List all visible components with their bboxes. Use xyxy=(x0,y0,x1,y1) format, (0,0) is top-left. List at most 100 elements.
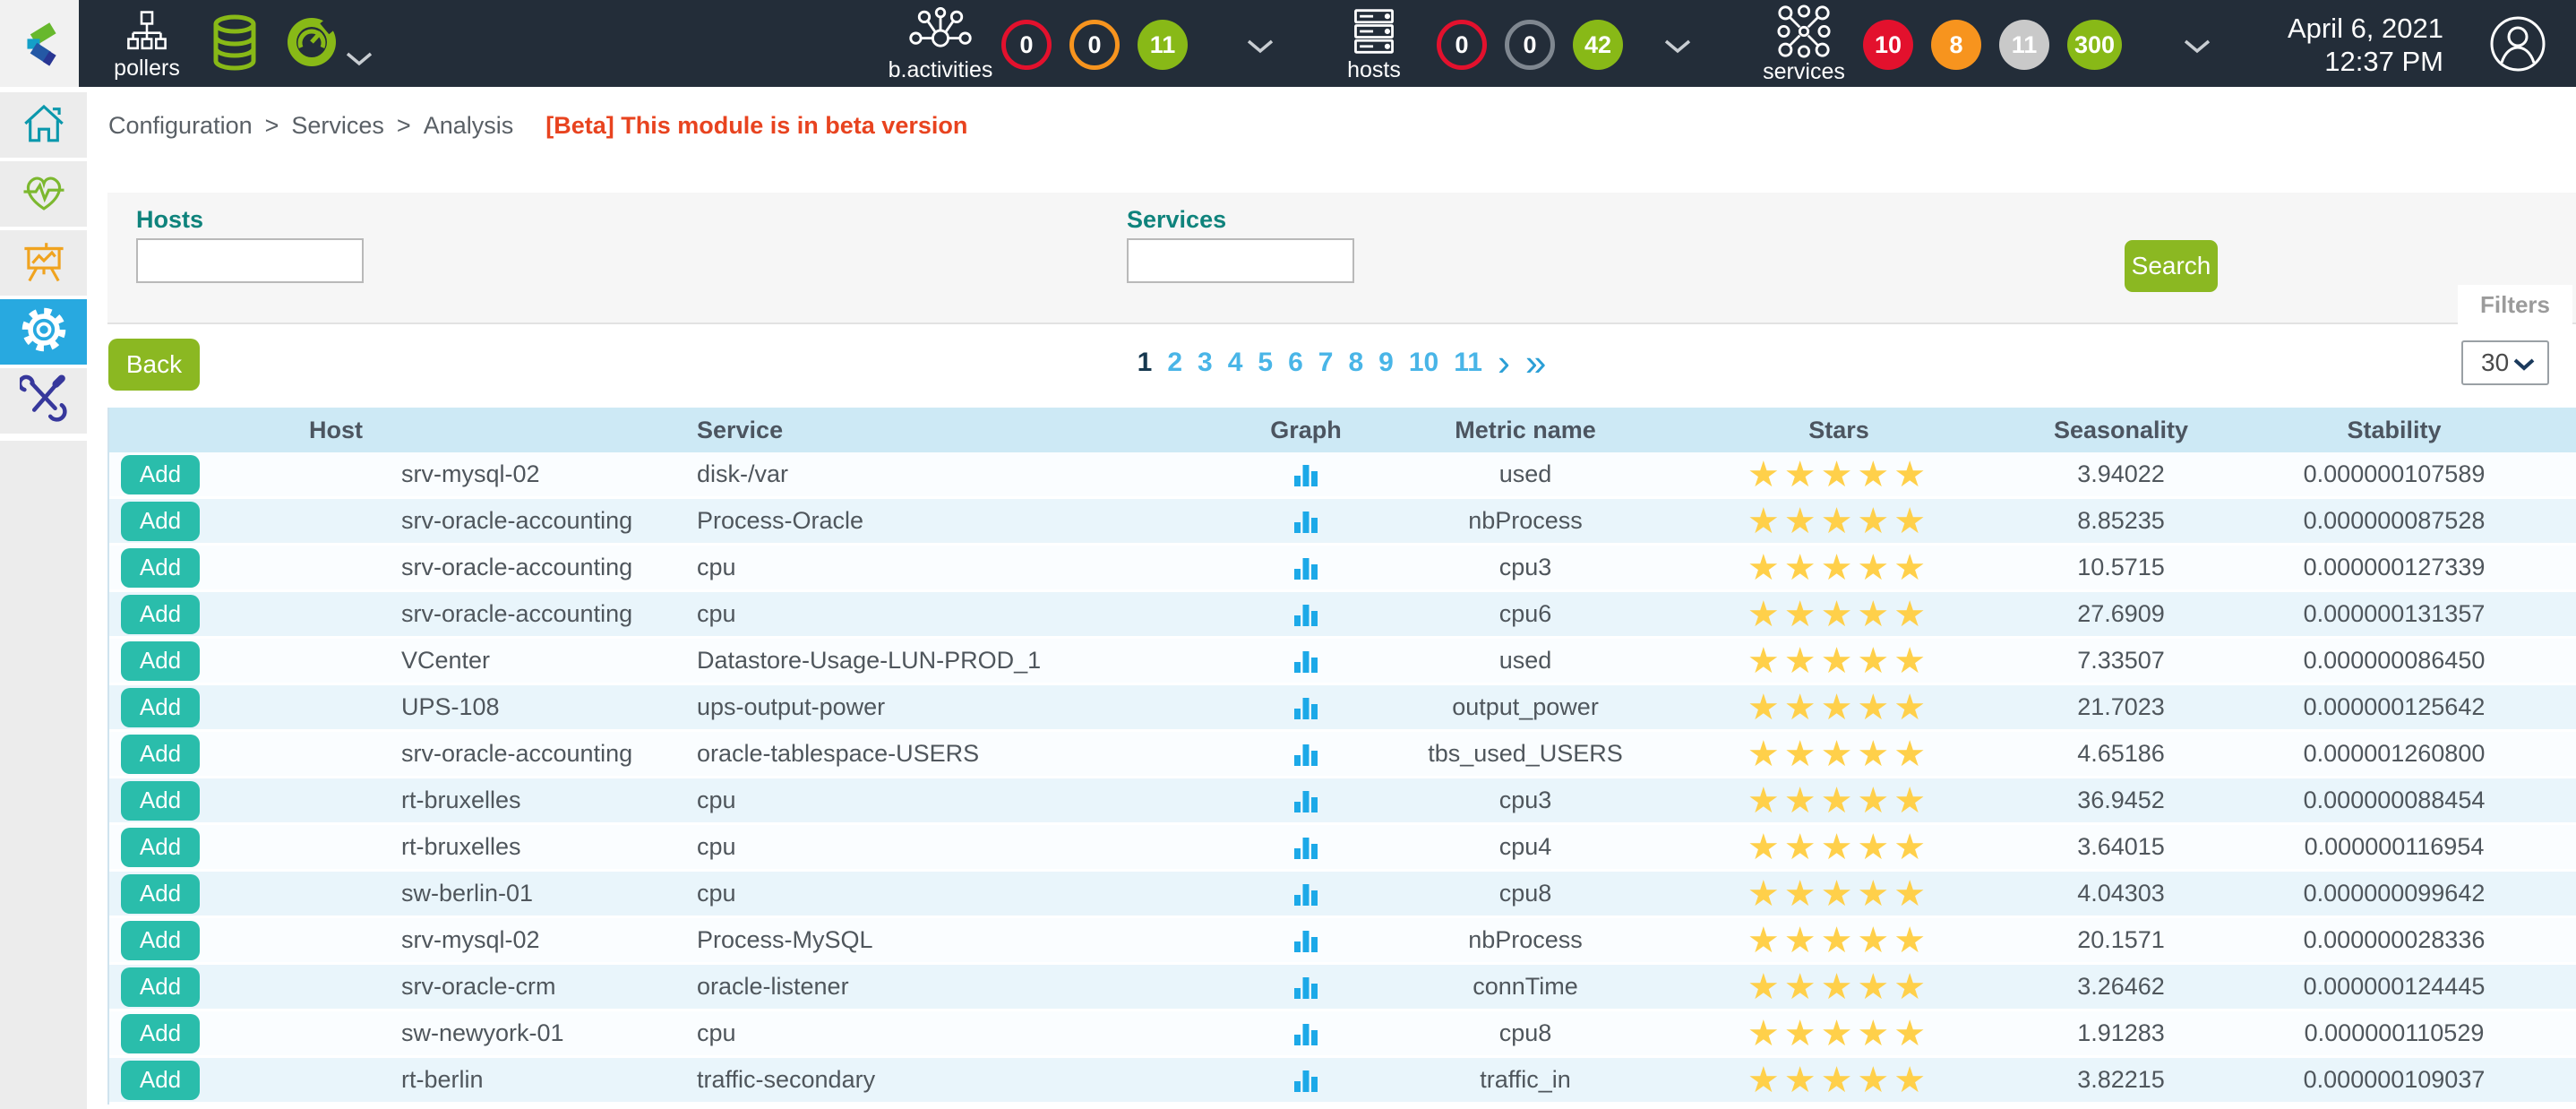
breadcrumb-configuration[interactable]: Configuration xyxy=(108,112,253,140)
services-chevron-down-icon[interactable] xyxy=(2184,39,2211,58)
add-button[interactable]: Add xyxy=(121,828,200,867)
hosts-filter-input[interactable] xyxy=(136,238,364,283)
graph-icon[interactable] xyxy=(1216,452,1395,496)
graph-icon[interactable] xyxy=(1216,546,1395,589)
table-row: Add VCenter Datastore-Usage-LUN-PROD_1 u… xyxy=(109,639,2576,683)
add-button[interactable]: Add xyxy=(121,688,200,727)
services-icon[interactable] xyxy=(1777,4,1831,63)
graph-icon[interactable] xyxy=(1216,732,1395,776)
services-badges: 10811300 xyxy=(1863,20,2122,70)
graph-icon[interactable] xyxy=(1216,685,1395,729)
graph-icon[interactable] xyxy=(1216,1058,1395,1102)
add-button[interactable]: Add xyxy=(121,921,200,960)
breadcrumb-separator: > xyxy=(265,112,279,140)
pagination-page[interactable]: 2 xyxy=(1167,348,1182,378)
user-avatar-icon[interactable] xyxy=(2489,15,2546,77)
graph-icon[interactable] xyxy=(1216,499,1395,543)
sidebar-item-reporting[interactable] xyxy=(0,230,87,296)
hosts-icon[interactable] xyxy=(1349,7,1399,60)
col-add xyxy=(109,408,309,452)
services-label: services xyxy=(1750,59,1858,85)
latency-gauge-icon[interactable] xyxy=(283,13,340,75)
host-cell: VCenter xyxy=(309,639,697,683)
table-row: Add rt-bruxelles cpu cpu4 ★★★★★ 3.64015 … xyxy=(109,825,2576,869)
seasonality-cell: 3.26462 xyxy=(2022,965,2220,1009)
centreon-logo[interactable] xyxy=(0,0,79,87)
service-cell: Process-MySQL xyxy=(697,918,1216,962)
pollers-icon[interactable] xyxy=(125,9,168,58)
pagination-page[interactable]: 5 xyxy=(1258,348,1273,378)
add-button[interactable]: Add xyxy=(121,874,200,914)
hosts-label: hosts xyxy=(1325,57,1423,83)
add-button[interactable]: Add xyxy=(121,967,200,1007)
graph-icon[interactable] xyxy=(1216,872,1395,916)
pagination-page[interactable]: 7 xyxy=(1318,348,1334,378)
breadcrumb-analysis[interactable]: Analysis xyxy=(424,112,514,140)
pollers-label: pollers xyxy=(97,56,197,82)
sidebar-item-administration[interactable] xyxy=(0,368,87,434)
sidebar-item-home[interactable] xyxy=(0,92,87,158)
service-cell: cpu xyxy=(697,778,1216,822)
pagination-page[interactable]: 9 xyxy=(1378,348,1394,378)
add-button[interactable]: Add xyxy=(121,595,200,634)
seasonality-cell: 8.85235 xyxy=(2022,499,2220,543)
graph-icon[interactable] xyxy=(1216,1011,1395,1055)
add-button[interactable]: Add xyxy=(121,1061,200,1100)
graph-icon[interactable] xyxy=(1216,825,1395,869)
pagination-page[interactable]: 8 xyxy=(1348,348,1363,378)
service-cell: cpu xyxy=(697,1011,1216,1055)
pagination-page[interactable]: 11 xyxy=(1454,348,1482,378)
business-activities-icon[interactable] xyxy=(906,7,975,60)
add-button[interactable]: Add xyxy=(121,1014,200,1053)
star-rating: ★★★★★ xyxy=(1747,1016,1930,1052)
centreon-logo-icon xyxy=(14,16,64,72)
stability-cell: 0.000000125642 xyxy=(2220,685,2569,729)
sidebar-item-monitoring[interactable] xyxy=(0,161,87,227)
pagination-page[interactable]: 4 xyxy=(1228,348,1243,378)
add-button[interactable]: Add xyxy=(121,502,200,541)
pagination-page[interactable]: 6 xyxy=(1288,348,1303,378)
table-row: Add rt-berlin traffic-secondary traffic_… xyxy=(109,1058,2576,1102)
pagination-next-icon[interactable]: › xyxy=(1498,349,1510,376)
pagination-page[interactable]: 1 xyxy=(1138,348,1153,378)
pagination-page[interactable]: 10 xyxy=(1409,348,1438,378)
status-badge: 0 xyxy=(1437,20,1487,70)
filters-panel-tab[interactable]: Filters xyxy=(2458,285,2572,324)
chart-easel-icon xyxy=(20,236,68,289)
activities-chevron-down-icon[interactable] xyxy=(1247,39,1274,58)
metric-cell: cpu8 xyxy=(1395,1011,1655,1055)
services-filter-input[interactable] xyxy=(1127,238,1354,283)
stability-cell: 0.000000099642 xyxy=(2220,872,2569,916)
graph-icon[interactable] xyxy=(1216,639,1395,683)
graph-icon[interactable] xyxy=(1216,918,1395,962)
database-icon[interactable] xyxy=(208,14,262,76)
add-button[interactable]: Add xyxy=(121,641,200,681)
page-size-select[interactable]: 30 xyxy=(2461,340,2549,385)
star-rating: ★★★★★ xyxy=(1747,1062,1930,1098)
hosts-chevron-down-icon[interactable] xyxy=(1664,39,1691,58)
status-badge: 0 xyxy=(1069,20,1120,70)
page-size-value: 30 xyxy=(2481,348,2509,377)
add-button[interactable]: Add xyxy=(121,548,200,588)
sidebar-item-configuration[interactable] xyxy=(0,299,87,365)
search-button[interactable]: Search xyxy=(2125,240,2218,292)
graph-icon[interactable] xyxy=(1216,592,1395,636)
pollers-chevron-down-icon[interactable] xyxy=(346,52,373,71)
graph-icon[interactable] xyxy=(1216,965,1395,1009)
graph-icon[interactable] xyxy=(1216,778,1395,822)
col-stability: Stability xyxy=(2220,408,2569,452)
add-button[interactable]: Add xyxy=(121,735,200,774)
seasonality-cell: 4.04303 xyxy=(2022,872,2220,916)
add-button[interactable]: Add xyxy=(121,781,200,821)
stability-cell: 0.000001260800 xyxy=(2220,732,2569,776)
add-button[interactable]: Add xyxy=(121,455,200,494)
service-cell: ups-output-power xyxy=(697,685,1216,729)
star-rating: ★★★★★ xyxy=(1747,736,1930,772)
stability-cell: 0.000000028336 xyxy=(2220,918,2569,962)
status-badge: 42 xyxy=(1573,20,1623,70)
seasonality-cell: 20.1571 xyxy=(2022,918,2220,962)
host-cell: srv-oracle-crm xyxy=(309,965,697,1009)
breadcrumb-services[interactable]: Services xyxy=(291,112,384,140)
pagination-page[interactable]: 3 xyxy=(1198,348,1213,378)
pagination-last-icon[interactable]: » xyxy=(1525,349,1546,376)
